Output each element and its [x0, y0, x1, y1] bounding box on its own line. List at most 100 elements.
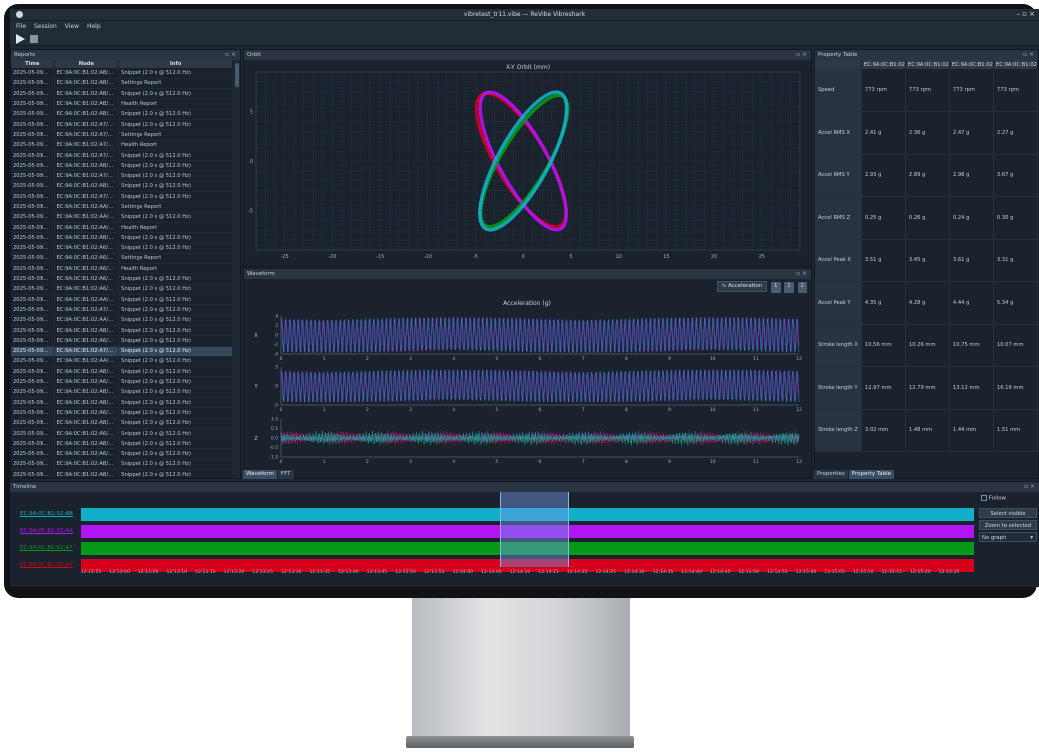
report-row[interactable]: 2025-05-09... EC:9A:0C:B1:02:AB/... Snippe… — [11, 397, 233, 409]
waveform-mode-select[interactable]: ∿ Acceleration — [716, 281, 768, 292]
report-row[interactable]: 2025-05-09... EC:9A:0C:B1:02:A7/... Snippe… — [11, 346, 233, 357]
report-row[interactable]: 2025-05-09... EC:9A:0C:B1:02:AB/... Snippe… — [11, 232, 233, 244]
waveform-y-tick: 4 — [275, 314, 278, 320]
property-column-header[interactable] — [815, 60, 862, 69]
select-visible-button[interactable]: Select visible — [979, 508, 1037, 518]
reports-column-header[interactable]: Time — [11, 60, 55, 68]
report-row[interactable]: 2025-05-09... EC:9A:0C:B1:02:A7/... Snippe… — [11, 191, 233, 203]
report-row[interactable]: 2025-05-09... EC:9A:0C:B1:02:AA/... Snippe… — [11, 356, 233, 368]
report-row[interactable]: 2025-05-09... EC:9A:0C:B1:02:AA/... Snippe… — [11, 294, 233, 306]
report-row[interactable]: 2025-05-09... EC:9A:0C:B1:02:AB/... Snippe… — [11, 109, 233, 120]
tab-fft[interactable]: FFT — [277, 470, 294, 479]
tab-property-table[interactable]: Property Table — [848, 470, 895, 479]
property-column-header[interactable]: EC:9A:0C:B1:02:A7/(s — [861, 60, 906, 69]
report-row[interactable]: 2025-05-09... EC:9A:0C:B1:02:AB/... Settin… — [11, 78, 233, 90]
report-row[interactable]: 2025-05-09... EC:9A:0C:B1:02:A6/... Snippe… — [11, 284, 233, 296]
report-row[interactable]: 2025-05-09... EC:9A:0C:B1:02:AB/... Snippe… — [11, 325, 233, 337]
property-column-header[interactable]: EC:9A:0C:B1:02:A6/(s — [949, 60, 994, 69]
stop-icon[interactable] — [30, 35, 38, 43]
menu-help[interactable]: Help — [87, 23, 101, 30]
reports-column-header[interactable]: Node — [54, 60, 120, 68]
report-cell: EC:9A:0C:B1:02:A7/... — [54, 170, 120, 182]
waveform-button-2[interactable]: 1 — [784, 282, 794, 293]
report-row[interactable]: 2025-05-09... EC:9A:0C:B1:02:AB/... Snippe… — [11, 387, 233, 399]
report-row[interactable]: 2025-05-09... EC:9A:0C:B1:02:AA/... Settin… — [11, 201, 233, 213]
report-cell: 2025-05-09... — [11, 459, 55, 471]
report-row[interactable]: 2025-05-09... EC:9A:0C:B1:02:A6/... Snippe… — [11, 448, 233, 460]
report-cell: EC:9A:0C:B1:02:A7/... — [54, 346, 120, 357]
waveform-button-1[interactable]: 1 — [771, 282, 781, 293]
float-close-icon[interactable]: ▫ × — [1023, 50, 1034, 60]
report-row[interactable]: 2025-05-09... EC:9A:0C:B1:02:AB/... Snippe… — [11, 366, 233, 378]
float-close-icon[interactable]: ▫ × — [1024, 482, 1035, 492]
timeline-node-label[interactable]: EC:9A:0C:B1:02:A7 — [20, 543, 80, 553]
report-row[interactable]: 2025-05-09... EC:9A:0C:B1:02:A6/... Snippe… — [11, 428, 233, 440]
waveform-x-tick: 6 — [539, 407, 542, 413]
report-row[interactable]: 2025-05-09... EC:9A:0C:B1:02:A7/... Snippe… — [11, 170, 233, 182]
property-cell: 1.51 mm — [993, 409, 1038, 452]
reports-table: Time Node Info 2025-05-09... EC:9A:0C:B1:02… — [11, 60, 233, 481]
report-row[interactable]: 2025-05-09... EC:9A:0C:B1:02:A7/... Snippe… — [11, 119, 233, 131]
report-row[interactable]: 2025-05-09... EC:9A:0C:B1:02:A6/... Snippe… — [11, 376, 233, 388]
timeline-node-label[interactable]: EC:9A:0C:B1:02:AA — [20, 526, 80, 536]
orbit-background — [244, 60, 811, 266]
report-row[interactable]: 2025-05-09... EC:9A:0C:B1:02:A6/... Snippe… — [11, 273, 233, 285]
float-close-icon[interactable]: ▫ × — [225, 50, 236, 60]
report-row[interactable]: 2025-05-09... EC:9A:0C:B1:02:AA/... Snippe… — [11, 212, 233, 223]
report-row[interactable]: 2025-05-09... EC:9A:0C:B1:02:A6/... Snippe… — [11, 243, 233, 254]
timeline-node-label[interactable]: EC:9A:0C:B1:02:A6 — [20, 560, 80, 570]
report-row[interactable]: 2025-05-09... EC:9A:0C:B1:02:A7/... Health… — [11, 140, 233, 151]
report-row[interactable]: 2025-05-09... EC:9A:0C:B1:02:AB/... Health… — [11, 98, 233, 110]
report-row[interactable]: 2025-05-09... EC:9A:0C:B1:02:A7/... Settin… — [11, 129, 233, 141]
report-row[interactable]: 2025-05-09... EC:9A:0C:B1:02:AA/... Snippe… — [11, 315, 233, 326]
report-row[interactable]: 2025-05-09... EC:9A:0C:B1:02:AB/... Snippe… — [11, 438, 233, 450]
scrollbar-thumb[interactable] — [235, 63, 239, 87]
zoom-to-selected-button[interactable]: Zoom to selected — [979, 520, 1037, 530]
reports-column-header[interactable]: Info — [118, 60, 233, 68]
follow-checkbox[interactable] — [981, 495, 987, 501]
graph-select[interactable]: No graph ▾ — [979, 532, 1037, 542]
tab-waveform[interactable]: Waveform — [243, 470, 277, 479]
timeline-selection[interactable] — [500, 492, 569, 567]
report-row[interactable]: 2025-05-09... EC:9A:0C:B1:02:AB/... Snippe… — [11, 418, 233, 429]
report-cell: 2025-05-09... — [11, 98, 55, 110]
timeline-tick-label: 12:14:55 — [767, 570, 788, 575]
property-column-header[interactable]: EC:9A:0C:B1:02:AA/(s — [993, 60, 1038, 69]
window-controls[interactable]: – ▫ × — [1016, 10, 1035, 18]
float-close-icon[interactable]: ▫ × — [796, 50, 807, 60]
report-row[interactable]: 2025-05-09... EC:9A:0C:B1:02:AB/... Snippe… — [11, 88, 233, 100]
property-row-label: Accel RMS Y — [815, 154, 862, 197]
float-close-icon[interactable]: ▫ × — [796, 269, 807, 279]
waveform-x-tick: 8 — [625, 407, 628, 413]
report-row[interactable]: 2025-05-09... EC:9A:0C:B1:02:A6/... Health… — [11, 263, 233, 275]
orbit-x-tick: 5 — [569, 254, 572, 260]
report-row[interactable]: 2025-05-09... EC:9A:0C:B1:02:AB/... Snippe… — [11, 160, 233, 172]
property-cell: 1.48 mm — [905, 409, 950, 452]
property-column-header[interactable]: EC:9A:0C:B1:02:AB/(s — [905, 60, 950, 69]
timeline-node-label[interactable]: EC:9A:0C:B1:02:AB — [20, 509, 80, 519]
report-row[interactable]: 2025-05-09... EC:9A:0C:B1:02:A6/... Snippe… — [11, 407, 233, 419]
menu-session[interactable]: Session — [34, 23, 57, 30]
report-row[interactable]: 2025-05-09... EC:9A:0C:B1:02:A7/... Snippe… — [11, 150, 233, 162]
timeline-tick-label: 12:15:10 — [852, 570, 874, 575]
tab-properties[interactable]: Properties — [814, 470, 848, 479]
play-icon[interactable] — [16, 34, 25, 44]
waveform-button-3[interactable]: 2 — [797, 282, 807, 293]
report-row[interactable]: 2025-05-09... EC:9A:0C:B1:02:AA/... Health… — [11, 222, 233, 234]
menu-file[interactable]: File — [16, 23, 26, 30]
menu-view[interactable]: View — [65, 23, 79, 30]
report-row[interactable]: 2025-05-09... EC:9A:0C:B1:02:A6/... Snippe… — [11, 335, 233, 347]
report-row[interactable]: 2025-05-09... EC:9A:0C:B1:02:AB/... Snippe… — [11, 469, 233, 481]
timeline-tick-label: 12:14:25 — [595, 570, 617, 575]
reports-panel-header: Reports ▫ × — [11, 50, 240, 60]
reports-scrollbar[interactable] — [234, 60, 240, 478]
report-row[interactable]: 2025-05-09... EC:9A:0C:B1:02:AB/... Snippe… — [11, 68, 233, 79]
report-row[interactable]: 2025-05-09... EC:9A:0C:B1:02:AB/... Snippe… — [11, 459, 233, 471]
follow-toggle[interactable]: Follow — [981, 495, 1006, 502]
report-row[interactable]: 2025-05-09... EC:9A:0C:B1:02:AB/... Snippe… — [11, 181, 233, 193]
report-row[interactable]: 2025-05-09... EC:9A:0C:B1:02:A7/... Snippe… — [11, 304, 233, 316]
report-row[interactable]: 2025-05-09... EC:9A:0C:B1:02:A6/... Settin… — [11, 253, 233, 265]
waveform-x-tick: 5 — [495, 407, 498, 413]
property-table-title: Property Table — [818, 52, 858, 58]
orbit-x-tick: 0 — [522, 254, 525, 260]
